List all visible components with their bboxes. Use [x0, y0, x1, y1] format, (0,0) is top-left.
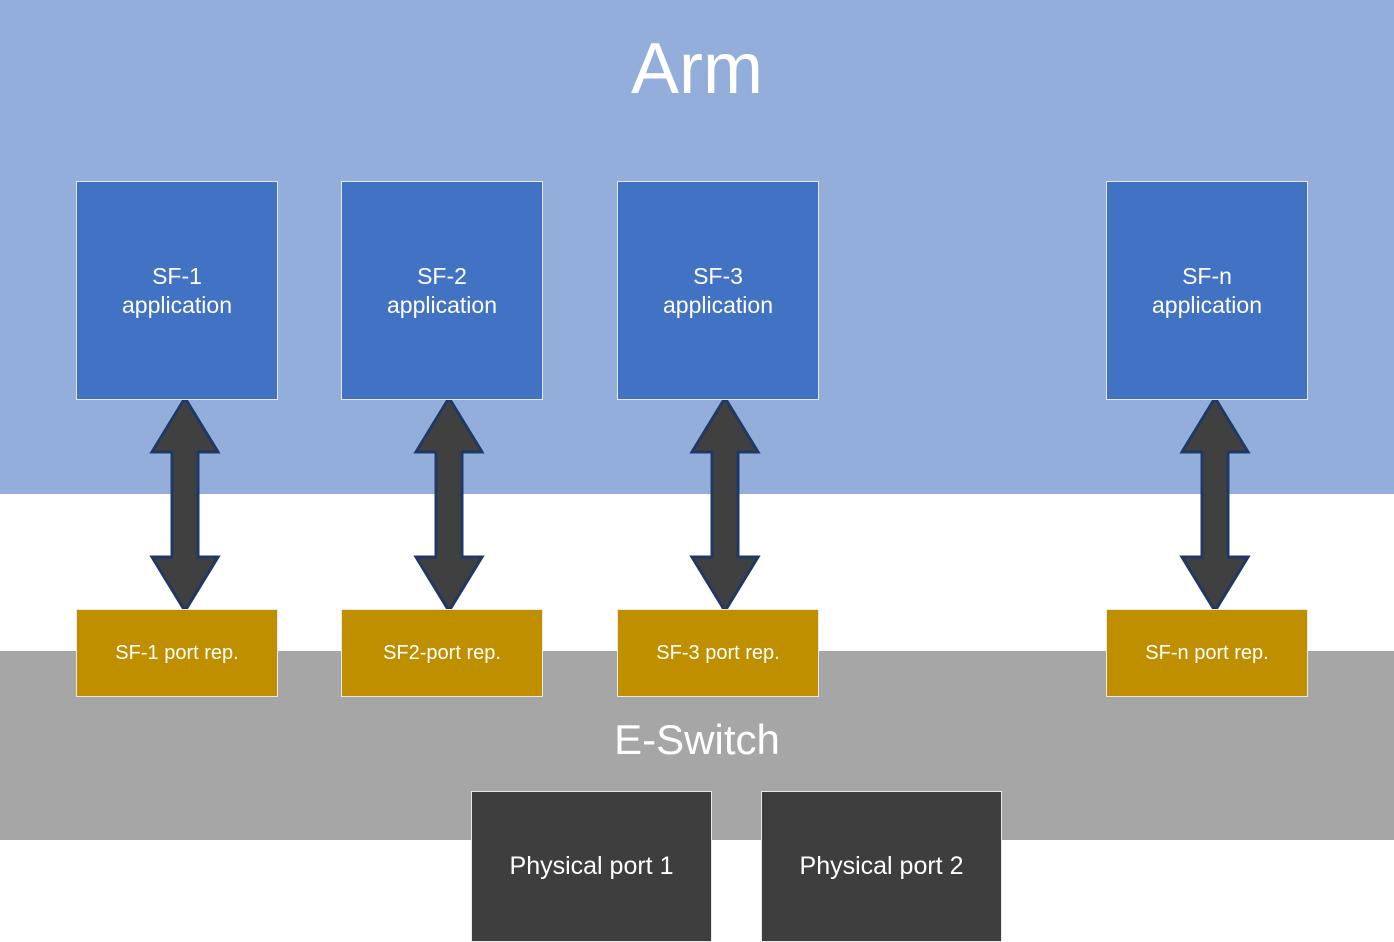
eswitch-region-label: E-Switch: [614, 716, 780, 763]
double-headed-arrow-shape: [1179, 395, 1251, 614]
port-representor-box-sf-1[interactable]: SF-1 port rep.: [76, 609, 278, 697]
arm-region-label: Arm: [631, 29, 763, 109]
application-box-sf-2[interactable]: SF-2 application: [341, 181, 543, 400]
application-box-sf-3[interactable]: SF-3 application: [617, 181, 819, 400]
application-box-sf-1[interactable]: SF-1 application: [76, 181, 278, 400]
port-representor-box-sf-2[interactable]: SF2-port rep.: [341, 609, 543, 697]
port-representor-box-sf-3[interactable]: SF-3 port rep.: [617, 609, 819, 697]
connector-arrow-sf-2: [412, 395, 486, 614]
diagram-canvas: Arm E-Switch SF-1 application SF-2 appli…: [0, 0, 1394, 942]
double-headed-arrow-shape: [689, 395, 761, 614]
application-box-sf-n[interactable]: SF-n application: [1106, 181, 1308, 400]
double-headed-arrow-shape: [413, 395, 485, 614]
connector-arrow-sf-3: [688, 395, 762, 614]
connector-arrow-sf-n: [1178, 395, 1252, 614]
physical-port-box-1[interactable]: Physical port 1: [471, 791, 712, 942]
physical-port-box-2[interactable]: Physical port 2: [761, 791, 1002, 942]
port-representor-box-sf-n[interactable]: SF-n port rep.: [1106, 609, 1308, 697]
connector-arrow-sf-1: [148, 395, 222, 614]
double-headed-arrow-shape: [149, 395, 221, 614]
